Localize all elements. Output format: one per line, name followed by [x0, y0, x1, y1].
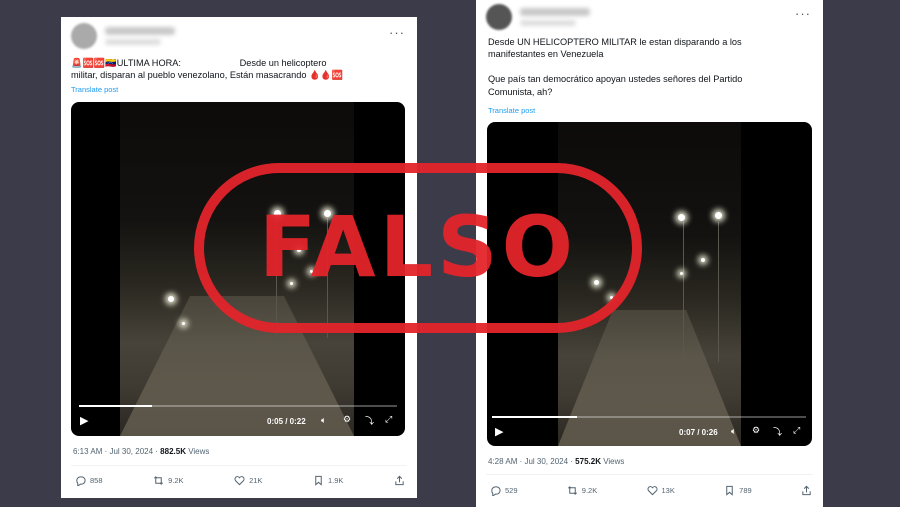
- view-count: 575.2K: [575, 457, 601, 466]
- timestamp[interactable]: 4:28 AM · Jul 30, 2024 ·: [488, 457, 575, 466]
- settings-icon[interactable]: ⚙: [752, 425, 760, 436]
- tweet-meta: 4:28 AM · Jul 30, 2024 · 575.2K Views: [488, 457, 624, 466]
- tweet-card-right: ··· Desde UN HELICOPTERO MILITAR le esta…: [476, 0, 823, 507]
- more-options-icon[interactable]: ···: [389, 25, 405, 40]
- views-label: Views: [185, 447, 210, 456]
- tweet-text: 🚨🆘🆘🇻🇪ULTIMA HORA: Desde un helicoptero m…: [71, 58, 344, 81]
- more-options-icon[interactable]: ···: [795, 6, 811, 21]
- video-player[interactable]: ▶ 0:05 / 0:22 🔈︎ ⚙ ⤵ ⤢: [71, 102, 405, 436]
- view-count: 882.5K: [160, 447, 186, 456]
- bookmark-icon: [726, 485, 733, 496]
- pip-icon[interactable]: ⤵: [365, 414, 374, 427]
- tweet-meta: 6:13 AM · Jul 30, 2024 · 882.5K Views: [73, 447, 209, 456]
- pip-icon[interactable]: ⤵: [773, 425, 782, 438]
- repost-count: 9.2K: [168, 476, 184, 485]
- avatar[interactable]: [71, 23, 97, 49]
- blurred-username: [520, 8, 590, 16]
- like-button[interactable]: 13K: [646, 485, 675, 496]
- like-count: 21K: [249, 476, 263, 485]
- repost-button[interactable]: 9.2K: [153, 475, 184, 486]
- volume-icon[interactable]: 🔈︎: [731, 426, 736, 437]
- reply-count: 858: [90, 476, 103, 485]
- video-player[interactable]: ▶ 0:07 / 0:26 🔈︎ ⚙ ⤵ ⤢: [487, 122, 812, 446]
- blurred-handle: [105, 39, 161, 45]
- reply-button[interactable]: 529: [490, 485, 518, 496]
- reply-count: 529: [505, 486, 518, 495]
- video-time: 0:07 / 0:26: [679, 428, 718, 437]
- bookmark-button[interactable]: 789: [724, 485, 752, 496]
- reply-button[interactable]: 858: [75, 475, 103, 486]
- fullscreen-icon[interactable]: ⤢: [793, 425, 800, 436]
- bookmark-icon: [315, 475, 322, 486]
- bookmark-button[interactable]: 1.9K: [313, 475, 343, 486]
- share-button[interactable]: [394, 475, 405, 486]
- video-time: 0:05 / 0:22: [267, 417, 306, 426]
- like-count: 13K: [661, 486, 675, 495]
- repost-button[interactable]: 9.2K: [567, 485, 597, 496]
- divider: [71, 465, 407, 466]
- bookmark-count: 1.9K: [328, 476, 344, 485]
- views-label: Views: [600, 457, 625, 466]
- heart-icon: [234, 476, 245, 486]
- blurred-username: [105, 27, 175, 35]
- blurred-handle: [520, 20, 576, 26]
- play-icon[interactable]: ▶: [495, 425, 503, 438]
- tweet-card-left: ··· 🚨🆘🆘🇻🇪ULTIMA HORA: Desde un helicopte…: [61, 17, 417, 498]
- bookmark-count: 789: [739, 486, 752, 495]
- tweet-header: ···: [71, 23, 407, 53]
- settings-icon[interactable]: ⚙: [343, 414, 351, 425]
- reply-icon: [76, 476, 86, 486]
- play-icon[interactable]: ▶: [80, 414, 88, 427]
- divider: [486, 474, 813, 475]
- reply-icon: [491, 486, 501, 496]
- volume-icon[interactable]: 🔈︎: [321, 415, 326, 426]
- action-bar: 529 9.2K 13K 789: [490, 485, 812, 496]
- translate-post-link[interactable]: Translate post: [488, 106, 535, 115]
- tweet-header: ···: [486, 4, 813, 34]
- video-progress-bar[interactable]: [79, 405, 397, 407]
- heart-icon: [646, 486, 658, 496]
- avatar[interactable]: [486, 4, 512, 30]
- fullscreen-icon[interactable]: ⤢: [385, 414, 392, 425]
- video-progress-bar[interactable]: [492, 416, 806, 418]
- timestamp[interactable]: 6:13 AM · Jul 30, 2024 ·: [73, 447, 160, 456]
- video-progress-fill: [79, 405, 153, 407]
- video-progress-fill: [492, 416, 577, 418]
- share-icon: [802, 485, 811, 496]
- repost-count: 9.2K: [581, 486, 598, 495]
- share-icon: [395, 475, 404, 486]
- translate-post-link[interactable]: Translate post: [71, 85, 118, 94]
- share-button[interactable]: [801, 485, 812, 496]
- video-frame: [120, 102, 354, 436]
- like-button[interactable]: 21K: [234, 475, 262, 486]
- repost-icon: [567, 486, 577, 495]
- video-frame: [558, 122, 741, 446]
- action-bar: 858 9.2K 21K 1.9K: [75, 475, 405, 486]
- repost-icon: [154, 476, 164, 485]
- tweet-text: Desde UN HELICOPTERO MILITAR le estan di…: [488, 37, 743, 97]
